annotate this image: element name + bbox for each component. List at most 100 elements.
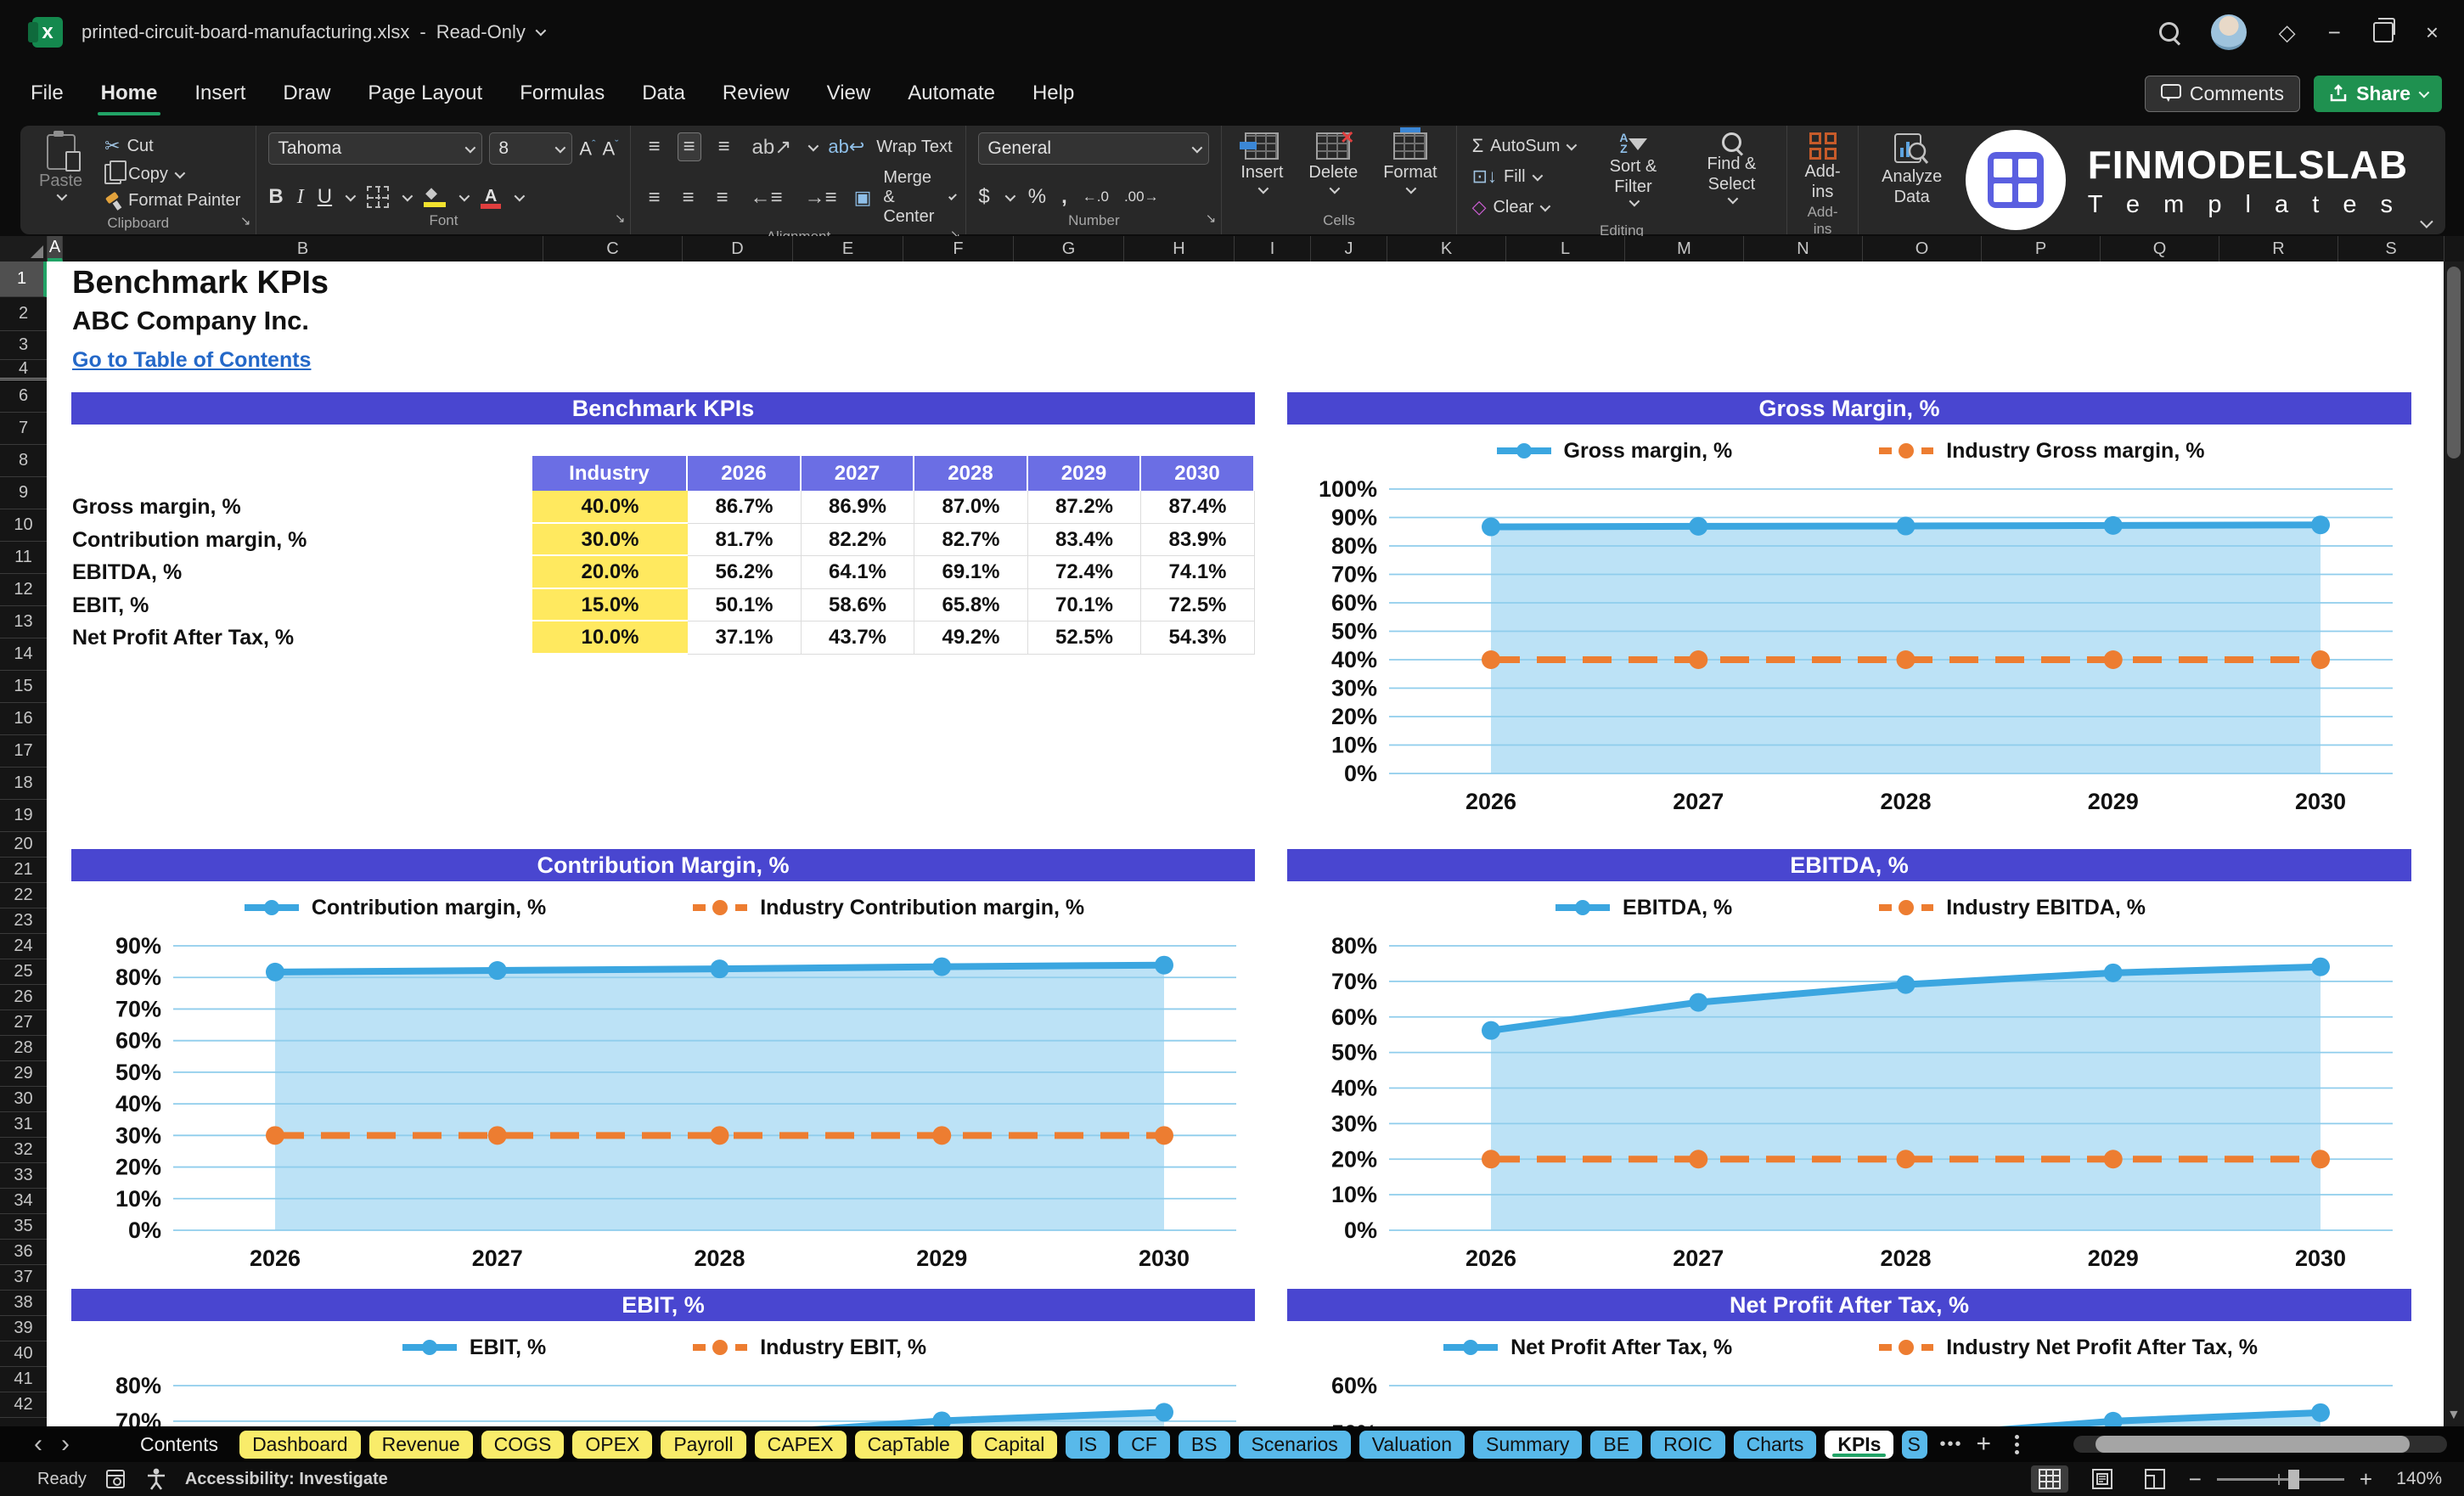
insert-cells-button[interactable]: Insert: [1234, 132, 1290, 194]
chevron-down-icon[interactable]: [345, 190, 357, 201]
merge-center-button[interactable]: Merge & Center: [883, 168, 937, 227]
kpi-industry-cell[interactable]: 20.0%: [532, 556, 688, 589]
kpi-column-header-2026[interactable]: 2026: [688, 456, 802, 491]
select-all-corner[interactable]: [0, 236, 48, 262]
kpi-row-label[interactable]: EBITDA, %: [72, 556, 182, 589]
menu-tab-formulas[interactable]: Formulas: [518, 75, 606, 112]
row-header-29[interactable]: 29: [0, 1061, 47, 1087]
increase-decimal-button[interactable]: ←.0: [1083, 188, 1109, 205]
menu-tab-view[interactable]: View: [825, 75, 873, 112]
sheet-tab-summary[interactable]: Summary: [1473, 1430, 1583, 1459]
kpi-value-cell[interactable]: 87.4%: [1141, 491, 1255, 524]
row-header-20[interactable]: 20: [0, 832, 47, 858]
row-header-33[interactable]: 33: [0, 1163, 47, 1189]
sheet-nav-right[interactable]: ›: [56, 1431, 75, 1457]
sheet-tab-capex[interactable]: CAPEX: [754, 1430, 847, 1459]
kpi-value-cell[interactable]: 64.1%: [802, 556, 914, 589]
chevron-down-icon[interactable]: [535, 25, 547, 37]
fill-color-button[interactable]: [424, 184, 447, 207]
row-header-4[interactable]: 4: [0, 359, 47, 380]
chart-ebitda[interactable]: EBITDA, % EBITDA, % Industry EBITDA, % 80% 7…: [1287, 849, 2411, 1290]
sheet-tab-capital[interactable]: Capital: [970, 1430, 1058, 1459]
kpi-value-cell[interactable]: 43.7%: [802, 621, 914, 655]
kpi-value-cell[interactable]: 54.3%: [1141, 621, 1255, 655]
kpi-value-cell[interactable]: 58.6%: [802, 588, 914, 621]
row-header-23[interactable]: 23: [0, 908, 47, 934]
kpi-industry-cell[interactable]: 40.0%: [532, 491, 688, 524]
horizontal-scrollbar[interactable]: [2073, 1436, 2447, 1453]
row-header-26[interactable]: 26: [0, 985, 47, 1010]
fill-button[interactable]: ⊡↓ Fill: [1469, 163, 1578, 190]
avatar[interactable]: [2210, 14, 2247, 50]
vertical-scrollbar-thumb[interactable]: [2447, 267, 2461, 458]
row-header-7[interactable]: 7: [0, 413, 47, 445]
decrease-font-size-button[interactable]: Aˇ: [602, 138, 618, 160]
font-name-combo[interactable]: Tahoma: [268, 132, 483, 165]
addins-button[interactable]: Add-ins: [1799, 132, 1845, 202]
menu-tab-review[interactable]: Review: [721, 75, 791, 112]
row-header-36[interactable]: 36: [0, 1240, 47, 1265]
row-header-28[interactable]: 28: [0, 1036, 47, 1061]
column-header-L[interactable]: L: [1506, 236, 1625, 262]
kpi-value-cell[interactable]: 72.4%: [1028, 556, 1141, 589]
page-break-preview-button[interactable]: [2136, 1465, 2174, 1493]
row-header-30[interactable]: 30: [0, 1087, 47, 1112]
comma-style-button[interactable]: ,: [1061, 185, 1067, 209]
find-select-button[interactable]: Find & Select: [1688, 132, 1775, 205]
column-header-M[interactable]: M: [1625, 236, 1744, 262]
row-header-34[interactable]: 34: [0, 1189, 47, 1214]
column-header-J[interactable]: J: [1311, 236, 1387, 262]
kpi-value-cell[interactable]: 70.1%: [1028, 588, 1141, 621]
kpi-industry-cell[interactable]: 30.0%: [532, 523, 688, 556]
kpi-value-cell[interactable]: 52.5%: [1028, 621, 1141, 655]
page-layout-view-button[interactable]: [2084, 1465, 2121, 1493]
column-header-H[interactable]: H: [1124, 236, 1235, 262]
kpi-row-label[interactable]: Gross margin, %: [72, 491, 241, 524]
sheet-tab-be[interactable]: BE: [1590, 1430, 1643, 1459]
row-header-41[interactable]: 41: [0, 1367, 47, 1392]
macro-record-icon[interactable]: [105, 1469, 127, 1489]
row-header-1[interactable]: 1: [0, 262, 47, 297]
chevron-down-icon[interactable]: [402, 190, 413, 201]
align-middle-button[interactable]: ≡: [677, 132, 701, 161]
column-header-O[interactable]: O: [1863, 236, 1982, 262]
sort-filter-button[interactable]: AZ Sort & Filter: [1589, 132, 1676, 207]
borders-button[interactable]: [367, 186, 390, 208]
kpi-row-label[interactable]: Contribution margin, %: [72, 524, 307, 557]
decrease-indent-button[interactable]: ←≡: [745, 184, 788, 211]
copy-button[interactable]: Copy: [101, 160, 244, 187]
menu-tab-home[interactable]: Home: [97, 75, 161, 115]
column-header-Q[interactable]: Q: [2101, 236, 2219, 262]
readonly-badge[interactable]: Read-Only: [436, 21, 526, 43]
more-sheets-button[interactable]: •••: [1939, 1435, 1962, 1454]
kpi-value-cell[interactable]: 87.2%: [1028, 491, 1141, 524]
row-header-15[interactable]: 15: [0, 671, 47, 703]
row-header-42[interactable]: 42: [0, 1392, 47, 1418]
column-header-S[interactable]: S: [2338, 236, 2444, 262]
table-of-contents-link[interactable]: Go to Table of Contents: [72, 348, 311, 373]
premium-diamond-icon[interactable]: ◇: [2279, 21, 2296, 43]
delete-cells-button[interactable]: Delete: [1302, 124, 1364, 194]
sheet-tab-payroll[interactable]: Payroll: [661, 1430, 746, 1459]
new-sheet-button[interactable]: +: [1972, 1430, 1997, 1459]
chart-ebit[interactable]: EBIT, %EBIT, %Industry EBIT, %80%70%60%5…: [71, 1289, 1255, 1426]
orientation-button[interactable]: ab↗: [747, 133, 797, 161]
row-header-11[interactable]: 11: [0, 542, 47, 574]
menu-tab-automate[interactable]: Automate: [906, 75, 997, 112]
kpi-value-cell[interactable]: 87.0%: [914, 491, 1028, 524]
italic-button[interactable]: I: [297, 186, 304, 209]
close-button[interactable]: ×: [2426, 21, 2439, 43]
chevron-down-icon[interactable]: [1004, 190, 1016, 201]
kpi-value-cell[interactable]: 49.2%: [914, 621, 1028, 655]
search-icon[interactable]: [2158, 22, 2179, 42]
share-button[interactable]: Share: [2314, 75, 2442, 112]
row-header-8[interactable]: 8: [0, 445, 47, 477]
kpi-column-header-2028[interactable]: 2028: [914, 456, 1028, 491]
kpi-industry-cell[interactable]: 10.0%: [532, 621, 688, 655]
column-header-I[interactable]: I: [1235, 236, 1311, 262]
percent-style-button[interactable]: %: [1028, 185, 1046, 209]
minimize-button[interactable]: −: [2328, 21, 2341, 43]
comments-button[interactable]: Comments: [2144, 75, 2301, 112]
format-painter-button[interactable]: Format Painter: [101, 188, 244, 213]
row-header-13[interactable]: 13: [0, 606, 47, 638]
